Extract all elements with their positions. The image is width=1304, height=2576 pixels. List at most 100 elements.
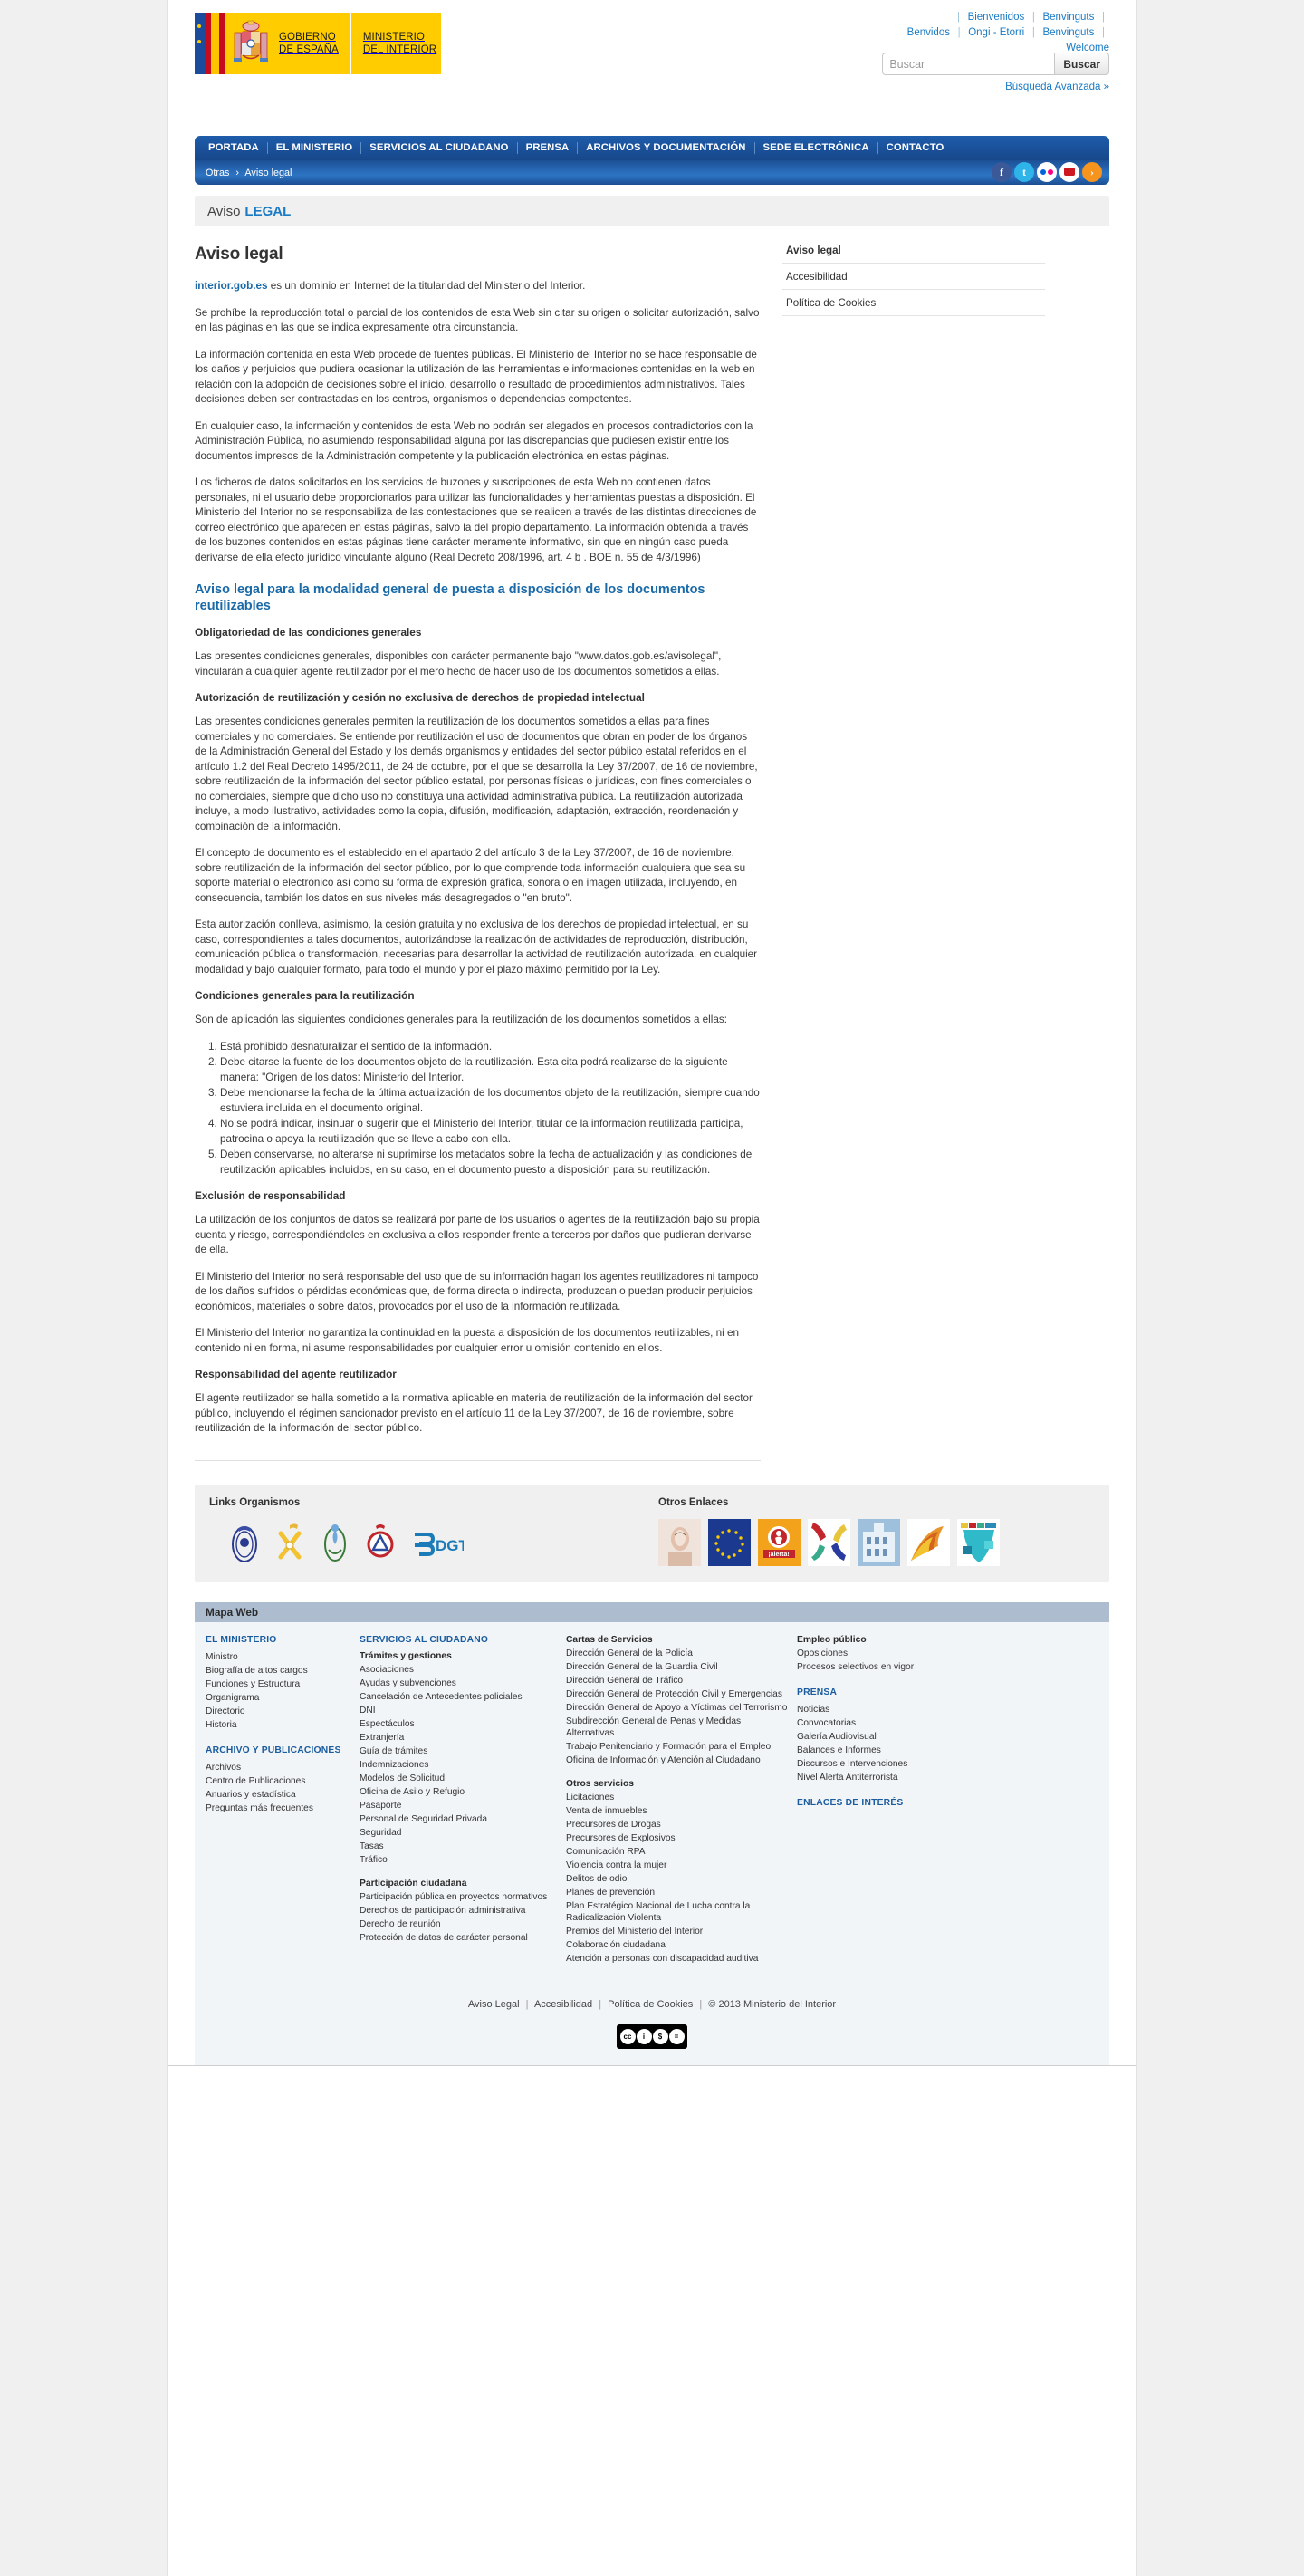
nav-item-prensa[interactable]: PRENSA: [518, 142, 579, 154]
mapa-link[interactable]: Premios del Ministerio del Interior: [566, 1926, 788, 1937]
mapa-link[interactable]: Ministro: [206, 1651, 350, 1663]
lang-link-benvinguts-2[interactable]: Benvinguts: [1042, 27, 1094, 38]
sidebar-item-politica-de-cookies[interactable]: Política de Cookies: [782, 290, 1045, 316]
list-item[interactable]: Protección de datos de carácter personal: [360, 1932, 557, 1944]
instituciones-penitenciarias-crest-icon[interactable]: [320, 1519, 350, 1566]
mapa-link[interactable]: Indemnizaciones: [360, 1759, 557, 1771]
list-item[interactable]: Extranjería: [360, 1732, 557, 1744]
proteccion-civil-crest-icon[interactable]: [365, 1519, 396, 1566]
mapa-link[interactable]: Dirección General de la Policía: [566, 1648, 788, 1659]
mapa-link[interactable]: Oficina de Información y Atención al Ciu…: [566, 1754, 788, 1766]
list-item[interactable]: Seguridad: [360, 1827, 557, 1839]
list-item[interactable]: Modelos de Solicitud: [360, 1773, 557, 1784]
mapa-link[interactable]: Comunicación RPA: [566, 1846, 788, 1858]
abanico-icon[interactable]: [907, 1518, 950, 1566]
list-item[interactable]: Tasas: [360, 1841, 557, 1852]
list-item[interactable]: Noticias: [797, 1704, 996, 1716]
list-item[interactable]: Violencia contra la mujer: [566, 1860, 788, 1871]
flickr-icon[interactable]: [1037, 162, 1057, 182]
mapa-link[interactable]: Cancelación de Antecedentes policiales: [360, 1691, 557, 1703]
mapa-link[interactable]: Tasas: [360, 1841, 557, 1852]
list-item[interactable]: Nivel Alerta Antiterrorista: [797, 1772, 996, 1783]
twitter-icon[interactable]: t: [1014, 162, 1034, 182]
union-europea-icon[interactable]: [708, 1518, 751, 1566]
mapa-link[interactable]: Dirección General de Protección Civil y …: [566, 1688, 788, 1700]
rss-icon[interactable]: ›: [1082, 162, 1102, 182]
list-item[interactable]: Plan Estratégico Nacional de Lucha contr…: [566, 1900, 788, 1924]
facebook-icon[interactable]: f: [992, 162, 1012, 182]
nav-item-el-ministerio[interactable]: EL MINISTERIO: [268, 142, 362, 154]
list-item[interactable]: Personal de Seguridad Privada: [360, 1813, 557, 1825]
mapa-link[interactable]: Precursores de Explosivos: [566, 1832, 788, 1844]
list-item[interactable]: Discursos e Intervenciones: [797, 1758, 996, 1770]
search-button[interactable]: Buscar: [1054, 53, 1109, 75]
mapa-link[interactable]: Archivos: [206, 1762, 350, 1773]
list-item[interactable]: Directorio: [206, 1706, 350, 1717]
list-item[interactable]: Premios del Ministerio del Interior: [566, 1926, 788, 1937]
breadcrumb-root[interactable]: Otras: [206, 168, 229, 178]
mapa-link[interactable]: Derechos de participación administrativa: [360, 1905, 557, 1917]
policia-nacional-crest-icon[interactable]: [229, 1519, 260, 1566]
mapa-link[interactable]: Balances e Informes: [797, 1745, 996, 1756]
list-item[interactable]: Tráfico: [360, 1854, 557, 1866]
mapa-link[interactable]: Dirección General de la Guardia Civil: [566, 1661, 788, 1673]
footer-link-accesibilidad[interactable]: Accesibilidad: [534, 1999, 592, 2010]
sidebar-item-aviso-legal[interactable]: Aviso legal: [782, 243, 1045, 264]
mapa-link[interactable]: Precursores de Drogas: [566, 1819, 788, 1831]
list-item[interactable]: Centro de Publicaciones: [206, 1775, 350, 1787]
mapa-link[interactable]: Seguridad: [360, 1827, 557, 1839]
mapa-link[interactable]: Preguntas más frecuentes: [206, 1802, 350, 1814]
mapa-link[interactable]: Procesos selectivos en vigor: [797, 1661, 996, 1673]
nav-item-servicios-al-ciudadano[interactable]: SERVICIOS AL CIUDADANO: [361, 142, 518, 154]
advanced-search-link[interactable]: Búsqueda Avanzada »: [1005, 82, 1109, 92]
list-item[interactable]: Venta de inmuebles: [566, 1805, 788, 1817]
list-item[interactable]: Dirección General de Tráfico: [566, 1675, 788, 1687]
list-item[interactable]: Oposiciones: [797, 1648, 996, 1659]
mapa-link[interactable]: Modelos de Solicitud: [360, 1773, 557, 1784]
list-item[interactable]: Indemnizaciones: [360, 1759, 557, 1771]
dgt-logo-icon[interactable]: DGT: [410, 1519, 465, 1566]
list-item[interactable]: Guía de trámites: [360, 1745, 557, 1757]
list-item[interactable]: Precursores de Explosivos: [566, 1832, 788, 1844]
lang-link-benvinguts-1[interactable]: Benvinguts: [1042, 12, 1094, 23]
list-item[interactable]: Trabajo Penitenciario y Formación para e…: [566, 1741, 788, 1753]
list-item[interactable]: Dirección General de Apoyo a Víctimas de…: [566, 1702, 788, 1714]
list-item[interactable]: Pasaporte: [360, 1800, 557, 1812]
list-item[interactable]: Licitaciones: [566, 1792, 788, 1803]
list-item[interactable]: Historia: [206, 1719, 350, 1731]
mapa-link[interactable]: Participación pública en proyectos norma…: [360, 1891, 557, 1903]
sidebar-link-politica-cookies[interactable]: Política de Cookies: [786, 297, 876, 309]
mapa-link[interactable]: Personal de Seguridad Privada: [360, 1813, 557, 1825]
lang-link-benvidos[interactable]: Benvidos: [907, 27, 950, 38]
list-item[interactable]: Derechos de participación administrativa: [360, 1905, 557, 1917]
mapa-link[interactable]: Discursos e Intervenciones: [797, 1758, 996, 1770]
search-input[interactable]: [882, 53, 1055, 75]
mapa-link[interactable]: Derecho de reunión: [360, 1918, 557, 1930]
list-item[interactable]: Subdirección General de Penas y Medidas …: [566, 1716, 788, 1739]
mapa-link[interactable]: Asociaciones: [360, 1664, 557, 1676]
sidebar-link-aviso-legal[interactable]: Aviso legal: [786, 245, 841, 256]
mapa-link[interactable]: Pasaporte: [360, 1800, 557, 1812]
guardia-civil-crest-icon[interactable]: [274, 1519, 305, 1566]
list-item[interactable]: Precursores de Drogas: [566, 1819, 788, 1831]
mapa-link[interactable]: Espectáculos: [360, 1718, 557, 1730]
mapa-link[interactable]: Licitaciones: [566, 1792, 788, 1803]
mapa-link[interactable]: Delitos de odio: [566, 1873, 788, 1885]
mapa-link[interactable]: Atención a personas con discapacidad aud…: [566, 1953, 788, 1965]
list-item[interactable]: Convocatorias: [797, 1717, 996, 1729]
mapa-link[interactable]: Organigrama: [206, 1692, 350, 1704]
mapa-link[interactable]: Noticias: [797, 1704, 996, 1716]
mapa-link[interactable]: Oficina de Asilo y Refugio: [360, 1786, 557, 1798]
list-item[interactable]: Delitos de odio: [566, 1873, 788, 1885]
nav-item-portada[interactable]: PORTADA: [200, 142, 268, 154]
list-item[interactable]: Derecho de reunión: [360, 1918, 557, 1930]
mapa-link[interactable]: DNI: [360, 1705, 557, 1716]
mapa-link[interactable]: Convocatorias: [797, 1717, 996, 1729]
mapa-link[interactable]: Galería Audiovisual: [797, 1731, 996, 1743]
mapa-link[interactable]: Extranjería: [360, 1732, 557, 1744]
list-item[interactable]: Biografía de altos cargos: [206, 1665, 350, 1677]
interior-gob-es-link[interactable]: interior.gob.es: [195, 280, 268, 292]
mapa-link[interactable]: Ayudas y subvenciones: [360, 1677, 557, 1689]
lang-link-bienvenidos[interactable]: Bienvenidos: [968, 12, 1025, 23]
mapa-link[interactable]: Subdirección General de Penas y Medidas …: [566, 1716, 788, 1739]
